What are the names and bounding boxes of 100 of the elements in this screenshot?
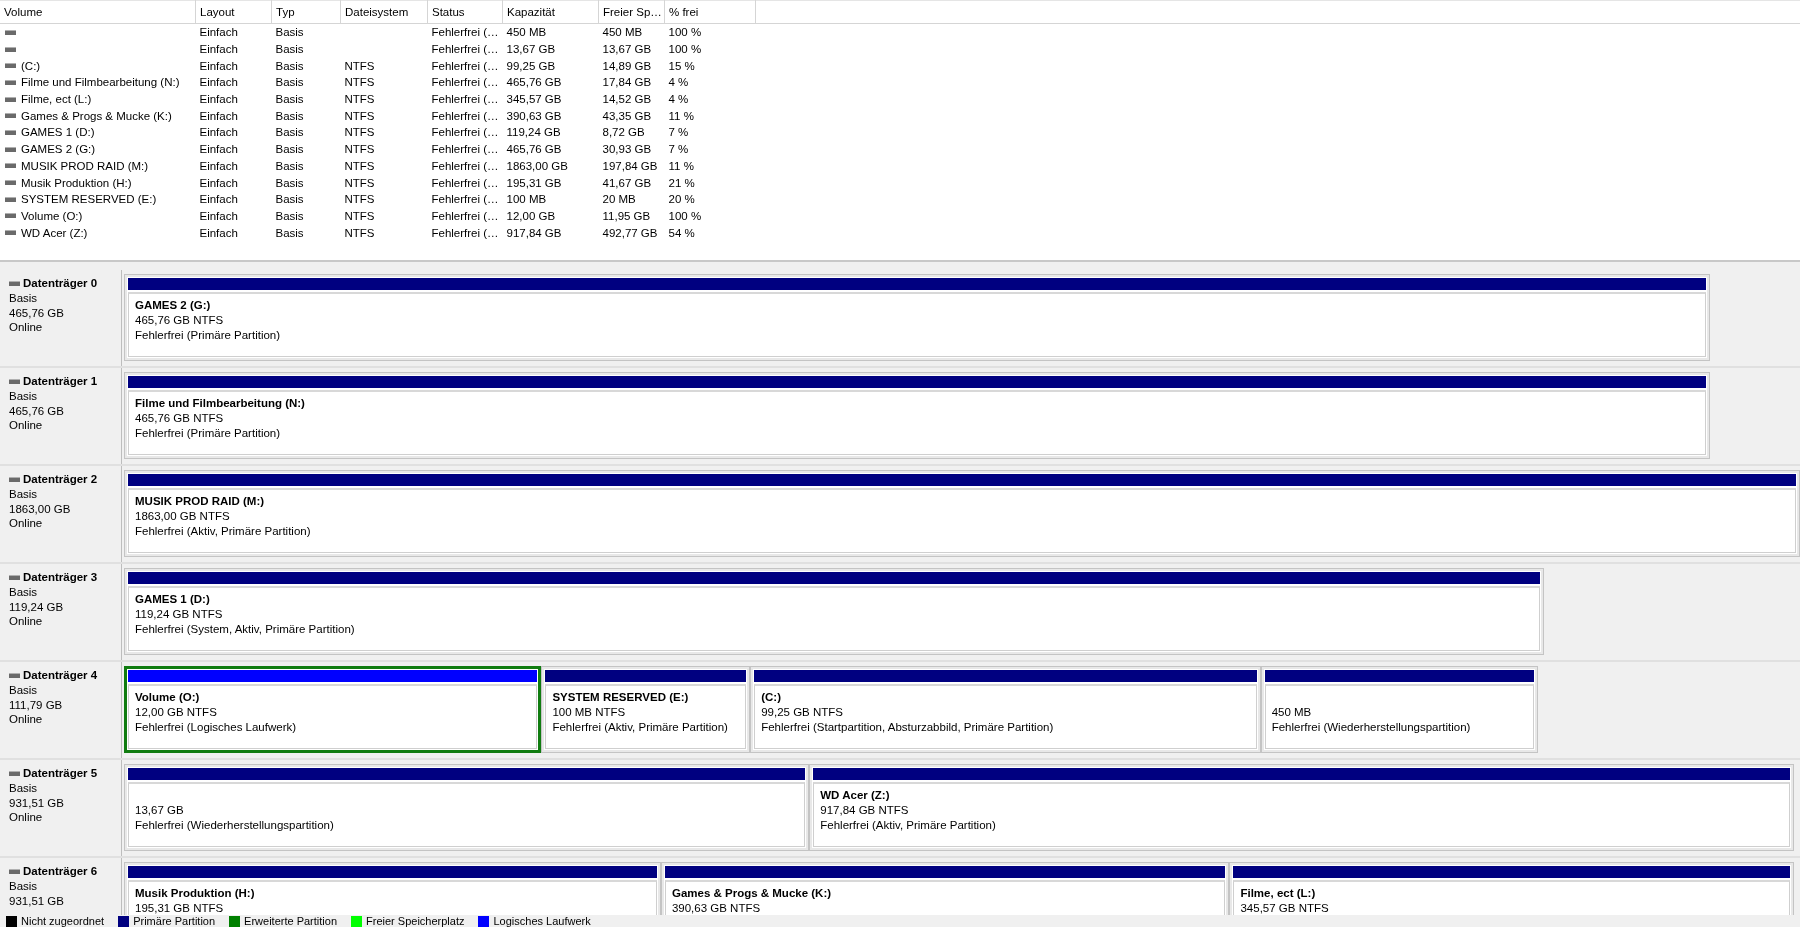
column-header[interactable]: Typ — [271, 0, 341, 24]
disk-type: Basis — [9, 388, 39, 404]
partition-block[interactable]: Musik Produktion (H:) 195,31 GB NTFS — [124, 862, 661, 915]
disk-type: Basis — [9, 682, 39, 698]
partition-block[interactable]: Games & Progs & Mucke (K:) 390,63 GB NTFS — [660, 862, 1230, 915]
disk-name: Datenträger 0 — [23, 276, 98, 291]
partition-size: 13,67 GB — [135, 802, 185, 818]
table-cell: Fehlerfrei (… — [431, 93, 499, 106]
partition-block[interactable]: GAMES 1 (D:) 119,24 GB NTFS Fehlerfrei (System, Aktiv, Primäre Partition) — [124, 568, 1544, 655]
disk-size: 119,24 GB — [9, 599, 65, 615]
column-header[interactable]: Layout — [195, 0, 272, 24]
table-cell: 20 MB — [602, 193, 636, 206]
table-cell: 11 % — [668, 109, 694, 122]
partition-block[interactable]: GAMES 2 (G:) 465,76 GB NTFS Fehlerfrei (Primäre Partition) — [124, 274, 1710, 361]
partition-size: 465,76 GB NTFS — [135, 410, 225, 426]
table-cell: GAMES 1 (D:) — [21, 126, 95, 139]
table-cell: NTFS — [344, 193, 375, 206]
table-cell: 20 % — [668, 193, 695, 206]
column-header[interactable]: % frei — [664, 0, 756, 24]
table-cell: MUSIK PROD RAID (M:) — [21, 159, 149, 172]
table-cell: Fehlerfrei (… — [431, 209, 499, 222]
table-cell: 465,76 GB — [506, 76, 562, 89]
partition-name: SYSTEM RESERVED (E:) — [552, 691, 689, 703]
legend-label: Primäre Partition — [133, 915, 216, 927]
partition-status: Fehlerfrei (System, Aktiv, Primäre Partition) — [135, 621, 356, 637]
logical-drive-block[interactable]: Volume (O:) 12,00 GB NTFS Fehlerfrei (Logisches Laufwerk) — [124, 666, 542, 753]
drive-icon — [5, 129, 16, 135]
partition-status: Fehlerfrei (Logisches Laufwerk) — [135, 719, 298, 735]
table-cell: 12,00 GB — [506, 209, 556, 222]
drive-icon — [5, 79, 16, 85]
drive-icon — [5, 180, 16, 186]
table-cell: 11 % — [668, 159, 694, 172]
column-header[interactable]: Freier Sp… — [598, 0, 665, 24]
table-cell: NTFS — [344, 209, 375, 222]
table-cell: Basis — [275, 59, 304, 72]
table-cell: 14,52 GB — [602, 93, 652, 106]
table-cell: 465,76 GB — [506, 143, 562, 156]
table-cell: 30,93 GB — [602, 143, 652, 156]
table-cell: 1863,00 GB — [506, 159, 568, 172]
table-cell: Basis — [275, 76, 304, 89]
disk-type: Basis — [9, 486, 39, 502]
column-header[interactable]: Kapazität — [502, 0, 599, 24]
table-cell: Einfach — [199, 193, 238, 206]
legend-label: Nicht zugeordnet — [21, 915, 105, 927]
table-cell: Basis — [275, 109, 304, 122]
table-cell: 4 % — [668, 76, 689, 89]
partition-block[interactable]: SYSTEM RESERVED (E:) 100 MB NTFS Fehlerfrei (Aktiv, Primäre Partition) — [541, 666, 751, 753]
table-cell: Fehlerfrei (… — [431, 126, 499, 139]
table-cell: 492,77 GB — [602, 226, 658, 239]
table-cell: SYSTEM RESERVED (E:) — [21, 193, 157, 206]
drive-icon — [9, 476, 20, 482]
partition-block[interactable]: 13,67 GB Fehlerfrei (Wiederherstellungspartition) — [124, 764, 810, 851]
partition-block[interactable]: MUSIK PROD RAID (M:) 1863,00 GB NTFS Fehlerfrei (Aktiv, Primäre Partition) — [124, 470, 1800, 557]
table-cell: 917,84 GB — [506, 226, 562, 239]
table-cell: NTFS — [344, 159, 375, 172]
table-cell: Basis — [275, 26, 304, 39]
drive-icon — [5, 163, 16, 169]
partition-size: 390,63 GB NTFS — [671, 900, 762, 915]
table-cell: 4 % — [668, 93, 689, 106]
table-cell: Einfach — [199, 209, 238, 222]
table-cell: Fehlerfrei (… — [431, 76, 499, 89]
partition-status: Fehlerfrei (Primäre Partition) — [135, 425, 282, 441]
table-cell: Filme, ect (L:) — [21, 93, 92, 106]
partition-block[interactable]: Filme, ect (L:) 345,57 GB NTFS — [1229, 862, 1794, 915]
partition-block[interactable]: (C:) 99,25 GB NTFS Fehlerfrei (Startpartition, Absturzabbild, Primäre Partition) — [750, 666, 1261, 753]
table-cell: NTFS — [344, 59, 375, 72]
drive-icon — [9, 770, 20, 776]
table-cell: 100 % — [668, 43, 702, 56]
drive-icon — [9, 378, 20, 384]
table-cell: 450 MB — [506, 26, 547, 39]
partition-block[interactable]: Filme und Filmbearbeitung (N:) 465,76 GB NTFS Fehlerfrei (Primäre Partition) — [124, 372, 1710, 459]
table-cell: Basis — [275, 176, 304, 189]
disk-size: 465,76 GB — [9, 305, 65, 321]
partition-status: Fehlerfrei (Wiederherstellungspartition) — [135, 817, 335, 833]
drive-icon — [5, 196, 16, 202]
legend-label: Freier Speicherplatz — [366, 915, 465, 927]
table-cell: NTFS — [344, 176, 375, 189]
column-header[interactable]: Dateisystem — [340, 0, 428, 24]
table-cell: Einfach — [199, 93, 238, 106]
partition-name: Musik Produktion (H:) — [135, 887, 255, 899]
table-cell: Fehlerfrei (… — [431, 159, 499, 172]
drive-icon — [5, 213, 16, 219]
drive-icon — [9, 868, 20, 874]
column-header[interactable]: Status — [427, 0, 503, 24]
table-cell: 17,84 GB — [602, 76, 652, 89]
table-cell: 99,25 GB — [506, 59, 556, 72]
table-cell: 119,24 GB — [506, 126, 561, 139]
drive-icon — [5, 96, 16, 102]
partition-block[interactable]: 450 MB Fehlerfrei (Wiederherstellungspartition) — [1260, 666, 1538, 753]
partition-status: Fehlerfrei (Startpartition, Absturzabbild, Primäre Partition) — [761, 719, 1055, 735]
table-cell: 14,89 GB — [602, 59, 652, 72]
partition-name: Filme und Filmbearbeitung (N:) — [135, 397, 305, 409]
table-cell: Basis — [275, 126, 304, 139]
partition-block[interactable]: WD Acer (Z:) 917,84 GB NTFS Fehlerfrei (Aktiv, Primäre Partition) — [809, 764, 1794, 851]
table-cell: Fehlerfrei (… — [431, 43, 499, 56]
drive-icon — [5, 29, 16, 35]
table-cell: Basis — [275, 209, 304, 222]
drive-icon — [5, 146, 16, 152]
column-header[interactable]: Volume — [0, 0, 196, 24]
disk-size: 931,51 GB — [9, 893, 65, 909]
